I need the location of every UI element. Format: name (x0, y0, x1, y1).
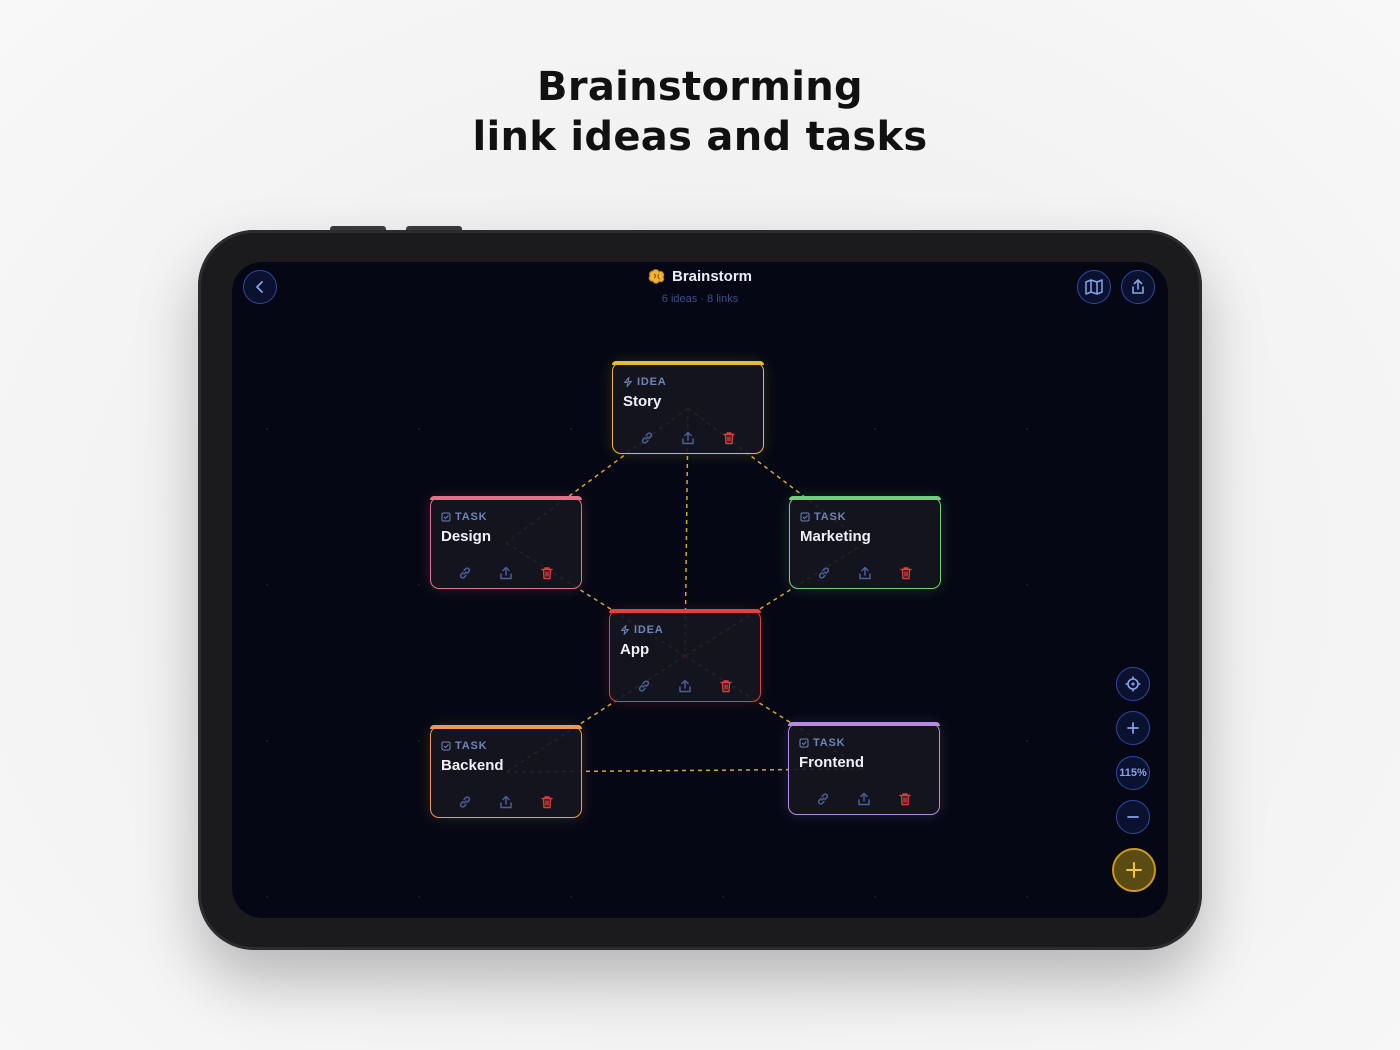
node-card-app[interactable]: IDEA App (609, 609, 761, 702)
share-button[interactable] (1121, 270, 1155, 304)
trash-icon[interactable] (721, 430, 737, 446)
share-icon[interactable] (677, 678, 693, 694)
trash-icon[interactable] (539, 565, 555, 581)
add-node-button[interactable] (1112, 848, 1156, 892)
headline-line-2: link ideas and tasks (472, 114, 928, 160)
brain-icon (648, 268, 665, 284)
link-icon[interactable] (815, 791, 831, 807)
crosshair-icon (1125, 676, 1141, 692)
trash-icon[interactable] (898, 565, 914, 581)
link-icon[interactable] (816, 565, 832, 581)
node-kind: TASK (441, 511, 487, 523)
node-actions (789, 791, 939, 807)
node-kind: TASK (799, 737, 845, 749)
node-actions (431, 565, 581, 581)
link-icon[interactable] (457, 794, 473, 810)
board-stats: 6 ideas · 8 links (661, 292, 739, 305)
node-actions (431, 794, 581, 810)
checkbox-icon (441, 741, 451, 751)
trash-icon[interactable] (897, 791, 913, 807)
link-icon[interactable] (636, 678, 652, 694)
zoom-out-button[interactable] (1116, 800, 1150, 834)
node-card-design[interactable]: TASK Design (430, 496, 582, 589)
node-kind-label: IDEA (637, 376, 667, 388)
map-icon (1085, 279, 1103, 295)
zoom-level[interactable]: 115% (1116, 756, 1150, 790)
board-title: Brainstorm (671, 268, 753, 285)
node-color-bar (788, 722, 940, 726)
node-title: Story (623, 393, 662, 410)
node-kind: TASK (800, 511, 846, 523)
plus-icon (1127, 722, 1139, 734)
node-kind-label: TASK (813, 737, 846, 749)
recenter-button[interactable] (1116, 667, 1150, 701)
node-kind-label: TASK (814, 511, 847, 523)
node-actions (613, 430, 763, 446)
node-actions (790, 565, 940, 581)
share-icon[interactable] (856, 791, 872, 807)
node-color-bar (430, 496, 582, 500)
node-card-frontend[interactable]: TASK Frontend (788, 722, 940, 815)
share-icon[interactable] (857, 565, 873, 581)
node-kind-label: IDEA (634, 624, 664, 636)
map-button[interactable] (1077, 270, 1111, 304)
link-icon[interactable] (639, 430, 655, 446)
node-title: Backend (441, 757, 504, 774)
node-title: App (620, 641, 650, 658)
node-card-story[interactable]: IDEA Story (612, 361, 764, 454)
node-color-bar (612, 361, 764, 365)
node-card-backend[interactable]: TASK Backend (430, 725, 582, 818)
node-kind: IDEA (620, 624, 663, 636)
headline-line-1: Brainstorming (537, 64, 863, 110)
node-color-bar (789, 496, 941, 500)
trash-icon[interactable] (718, 678, 734, 694)
node-kind: TASK (441, 740, 487, 752)
node-title: Frontend (799, 754, 864, 771)
share-icon[interactable] (498, 794, 514, 810)
node-card-marketing[interactable]: TASK Marketing (789, 496, 941, 589)
share-icon[interactable] (498, 565, 514, 581)
trash-icon[interactable] (539, 794, 555, 810)
minus-icon (1127, 816, 1139, 818)
node-color-bar (609, 609, 761, 613)
share-icon[interactable] (680, 430, 696, 446)
node-title: Design (441, 528, 492, 545)
node-kind: IDEA (623, 376, 666, 388)
checkbox-icon (800, 512, 810, 522)
share-icon (1132, 279, 1144, 294)
header: Brainstorm 6 ideas · 8 links (232, 268, 1168, 305)
plus-icon (1126, 862, 1142, 878)
app-screen: Brainstorm 6 ideas · 8 links IDEA Story TA… (232, 262, 1168, 918)
checkbox-icon (441, 512, 451, 522)
headline: Brainstorming link ideas and tasks (0, 62, 1400, 162)
node-kind-label: TASK (455, 740, 488, 752)
node-kind-label: TASK (455, 511, 488, 523)
node-actions (610, 678, 760, 694)
bolt-icon (623, 377, 633, 387)
checkbox-icon (799, 738, 809, 748)
link-icon[interactable] (457, 565, 473, 581)
bolt-icon (620, 625, 630, 635)
node-title: Marketing (800, 528, 871, 545)
zoom-in-button[interactable] (1116, 711, 1150, 745)
node-color-bar (430, 725, 582, 729)
page-title: Brainstorm (648, 268, 752, 285)
